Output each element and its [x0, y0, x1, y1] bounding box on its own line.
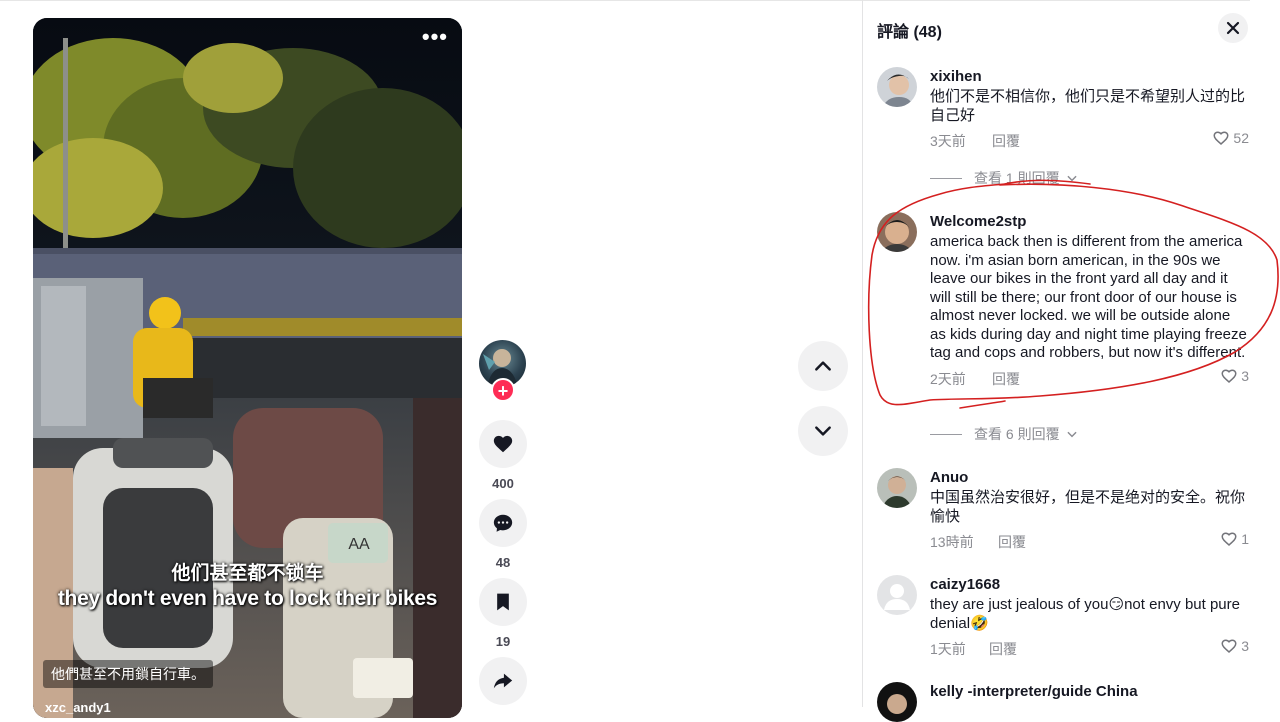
view-replies-label: 查看 6 則回覆 [974, 426, 1060, 442]
chevron-down-icon [815, 426, 831, 436]
commenter-avatar[interactable] [877, 468, 917, 508]
svg-text:AA: AA [348, 536, 370, 553]
comment-like-count: 52 [1233, 130, 1249, 146]
previous-video-button[interactable] [798, 341, 848, 391]
close-comments-button[interactable] [1218, 13, 1248, 43]
chevron-down-icon [1066, 431, 1077, 438]
video-frame-image: AA [33, 18, 462, 718]
reply-button[interactable]: 回覆 [992, 131, 1020, 151]
video-player[interactable]: AA ••• 他们甚至都不锁车 they don't even have to … [33, 18, 462, 718]
follow-button[interactable]: + [491, 378, 515, 402]
comment-time: 13時前 [930, 534, 974, 550]
like-count: 400 [492, 476, 514, 491]
comment-text: they are just jealous of you😏not envy bu… [930, 596, 1240, 632]
comments-title: 評論 (48) [877, 24, 942, 41]
close-icon [1226, 21, 1240, 35]
comment-username[interactable]: xixihen [930, 68, 1249, 86]
comment-username[interactable]: Welcome2stp [930, 213, 1249, 231]
commenter-avatar-image [877, 468, 917, 508]
reply-button[interactable]: 回覆 [998, 532, 1026, 552]
comment-time: 1天前 [930, 641, 966, 657]
comment-button[interactable] [479, 499, 527, 547]
comment-icon [493, 514, 513, 532]
heart-outline-icon [1221, 368, 1237, 383]
comment-like-count: 1 [1241, 531, 1249, 547]
subtitle-english: they don't even have to lock their bikes [57, 587, 438, 610]
share-button[interactable] [479, 657, 527, 705]
heart-outline-icon [1213, 131, 1229, 146]
share-icon [493, 673, 513, 689]
comments-panel: 評論 (48) xixihen 他们不是不相信你，他们只是不希望别人过的比自己好… [862, 0, 1280, 722]
video-author-handle[interactable]: xzc_andy1 [45, 700, 111, 715]
comment-count: 48 [495, 555, 511, 570]
comment-username[interactable]: Anuo [930, 469, 1249, 487]
more-options-button[interactable]: ••• [422, 26, 448, 48]
commenter-avatar-image [877, 67, 917, 107]
comment-like-count: 3 [1241, 367, 1249, 384]
comment-text: america back then is different from the … [930, 233, 1247, 361]
comment-like-count: 3 [1241, 638, 1249, 654]
action-rail: + 400 48 19 [479, 340, 527, 705]
comment-like-button[interactable]: 3 [1220, 637, 1249, 655]
comment-text: 他们不是不相信你，他们只是不希望别人过的比自己好 [930, 88, 1246, 124]
like-button[interactable] [479, 420, 527, 468]
heart-icon [493, 435, 513, 453]
comment-username[interactable]: caizy1668 [930, 576, 1249, 594]
chevron-up-icon [815, 361, 831, 371]
comment-time: 2天前 [930, 370, 966, 387]
view-replies-label: 查看 1 則回覆 [974, 170, 1060, 186]
view-replies-button[interactable]: 查看 1 則回覆 [930, 168, 1079, 188]
heart-outline-icon [1221, 639, 1237, 654]
comment-like-button[interactable]: 3 [1220, 367, 1249, 385]
save-button[interactable] [479, 578, 527, 626]
comment-text: 中国虽然治安很好，但是不是绝对的安全。祝你愉快 [930, 489, 1246, 525]
video-caption: 他們甚至不用鎖自行車。 [43, 660, 213, 688]
commenter-avatar[interactable] [877, 682, 917, 722]
comment-username[interactable]: kelly -interpreter/guide China [930, 683, 1249, 701]
chevron-down-icon [1066, 175, 1077, 182]
subtitle-chinese: 他们甚至都不锁车 [171, 563, 324, 584]
reply-button[interactable]: 回覆 [989, 639, 1017, 659]
comment-like-button[interactable]: 1 [1220, 530, 1249, 548]
reply-divider [930, 177, 962, 179]
commenter-avatar-image [877, 682, 917, 722]
commenter-avatar-image [877, 212, 917, 252]
comment-time: 3天前 [930, 133, 966, 149]
reply-divider [930, 433, 962, 435]
heart-outline-icon [1221, 532, 1237, 547]
save-count: 19 [495, 634, 511, 649]
commenter-avatar[interactable] [877, 575, 917, 615]
default-avatar-icon [877, 575, 917, 615]
commenter-avatar[interactable] [877, 212, 917, 252]
next-video-button[interactable] [798, 406, 848, 456]
bookmark-icon [497, 593, 509, 611]
reply-button[interactable]: 回覆 [992, 369, 1020, 389]
view-replies-button[interactable]: 查看 6 則回覆 [930, 424, 1079, 444]
comment-like-button[interactable]: 52 [1212, 129, 1249, 147]
commenter-avatar[interactable] [877, 67, 917, 107]
